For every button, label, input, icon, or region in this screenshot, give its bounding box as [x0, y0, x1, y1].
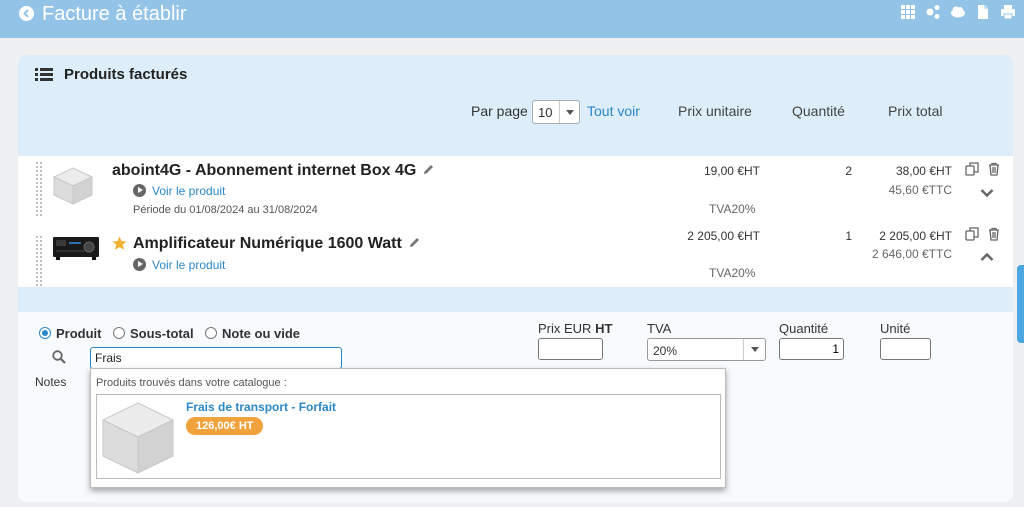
price-label: Prix EUR HT	[538, 321, 613, 336]
chevron-down-icon	[559, 101, 579, 123]
list-item[interactable]: Frais de transport - Forfait 126,00€ HT	[96, 394, 721, 479]
product-thumbnail	[53, 235, 99, 266]
tva-value: 20%	[653, 344, 678, 358]
radio-subtotal[interactable]: Sous-total	[113, 326, 194, 341]
total-ttc: 45,60 €TTC	[888, 183, 952, 197]
see-product-link[interactable]: Voir le produit	[133, 184, 225, 198]
share-icon[interactable]	[925, 4, 941, 20]
column-total: Prix total	[888, 103, 943, 119]
document-icon[interactable]	[975, 4, 991, 20]
chevron-down-icon	[743, 339, 765, 360]
product-name: Amplificateur Numérique 1600 Watt	[133, 235, 421, 253]
notes-label: Notes	[35, 375, 67, 389]
search-results-dropdown: Produits trouvés dans votre catalogue : …	[90, 368, 726, 488]
price-badge: 126,00€ HT	[186, 417, 264, 435]
chevron-down-icon[interactable]	[980, 185, 994, 198]
radio-product[interactable]: Produit	[39, 326, 102, 341]
chevron-up-icon[interactable]	[980, 249, 994, 261]
results-header: Produits trouvés dans votre catalogue :	[96, 377, 287, 389]
product-search-input[interactable]	[90, 347, 342, 369]
products-header: Produits facturés Par page 10 Tout voir …	[18, 55, 1013, 156]
print-icon[interactable]	[1000, 4, 1016, 20]
price-input[interactable]	[538, 338, 603, 360]
table-row: aboint4G - Abonnement internet Box 4G Vo…	[18, 156, 1013, 221]
table-row: Amplificateur Numérique 1600 Watt Voir l…	[18, 221, 1013, 287]
tva-rate: TVA20%	[709, 202, 756, 216]
unit-price: 19,00 €HT	[703, 164, 760, 178]
tva-select[interactable]: 20%	[647, 338, 766, 361]
column-quantity: Quantité	[792, 103, 845, 119]
drag-handle[interactable]	[35, 235, 42, 287]
toolbar-icons	[900, 4, 1016, 20]
total-ttc: 2 646,00 €TTC	[871, 247, 952, 261]
product-period: Période du 01/08/2024 au 31/08/2024	[133, 204, 318, 216]
trash-icon[interactable]	[987, 227, 1001, 241]
tva-rate: TVA20%	[709, 266, 756, 280]
see-product-link[interactable]: Voir le produit	[133, 258, 225, 272]
radio-note[interactable]: Note ou vide	[205, 326, 300, 341]
scrollbar-thumb[interactable]	[1017, 265, 1024, 343]
section-divider	[18, 287, 1013, 312]
unit-input[interactable]	[880, 338, 931, 360]
arrow-right-icon	[133, 184, 146, 197]
pencil-icon[interactable]	[422, 163, 435, 176]
unit-price: 2 205,00 €HT	[687, 229, 760, 243]
product-thumbnail	[100, 401, 176, 480]
product-name: aboint4G - Abonnement internet Box 4G	[112, 162, 435, 180]
unit-label: Unité	[880, 321, 911, 336]
page-title: Facture à établir	[42, 3, 187, 25]
quantity-label: Quantité	[779, 321, 829, 336]
invoice-products-card: Produits facturés Par page 10 Tout voir …	[18, 55, 1013, 502]
see-all-link[interactable]: Tout voir	[587, 103, 640, 119]
grid-icon[interactable]	[900, 4, 916, 20]
pencil-icon[interactable]	[408, 236, 421, 249]
column-unit-price: Prix unitaire	[678, 103, 752, 119]
list-icon	[35, 68, 53, 86]
duplicate-icon[interactable]	[965, 162, 979, 176]
cloud-icon[interactable]	[950, 4, 966, 20]
total-ht: 2 205,00 €HT	[879, 229, 952, 243]
drag-handle[interactable]	[35, 161, 42, 217]
tva-label: TVA	[647, 321, 672, 336]
per-page-label: Par page	[471, 103, 528, 119]
star-icon[interactable]	[112, 236, 127, 251]
duplicate-icon[interactable]	[965, 227, 979, 241]
arrow-right-icon	[133, 258, 146, 271]
quantity-input[interactable]	[779, 338, 844, 360]
product-thumbnail	[51, 166, 95, 211]
quantity: 1	[845, 229, 852, 243]
quantity: 2	[845, 164, 852, 178]
top-bar: Facture à établir	[0, 0, 1024, 38]
result-product-name[interactable]: Frais de transport - Forfait	[186, 400, 336, 414]
per-page-value: 10	[538, 105, 553, 120]
back-icon[interactable]	[19, 6, 34, 21]
per-page-select[interactable]: 10	[532, 100, 580, 124]
trash-icon[interactable]	[987, 162, 1001, 176]
search-icon	[52, 350, 66, 369]
section-title: Produits facturés	[64, 66, 188, 83]
total-ht: 38,00 €HT	[895, 164, 952, 178]
